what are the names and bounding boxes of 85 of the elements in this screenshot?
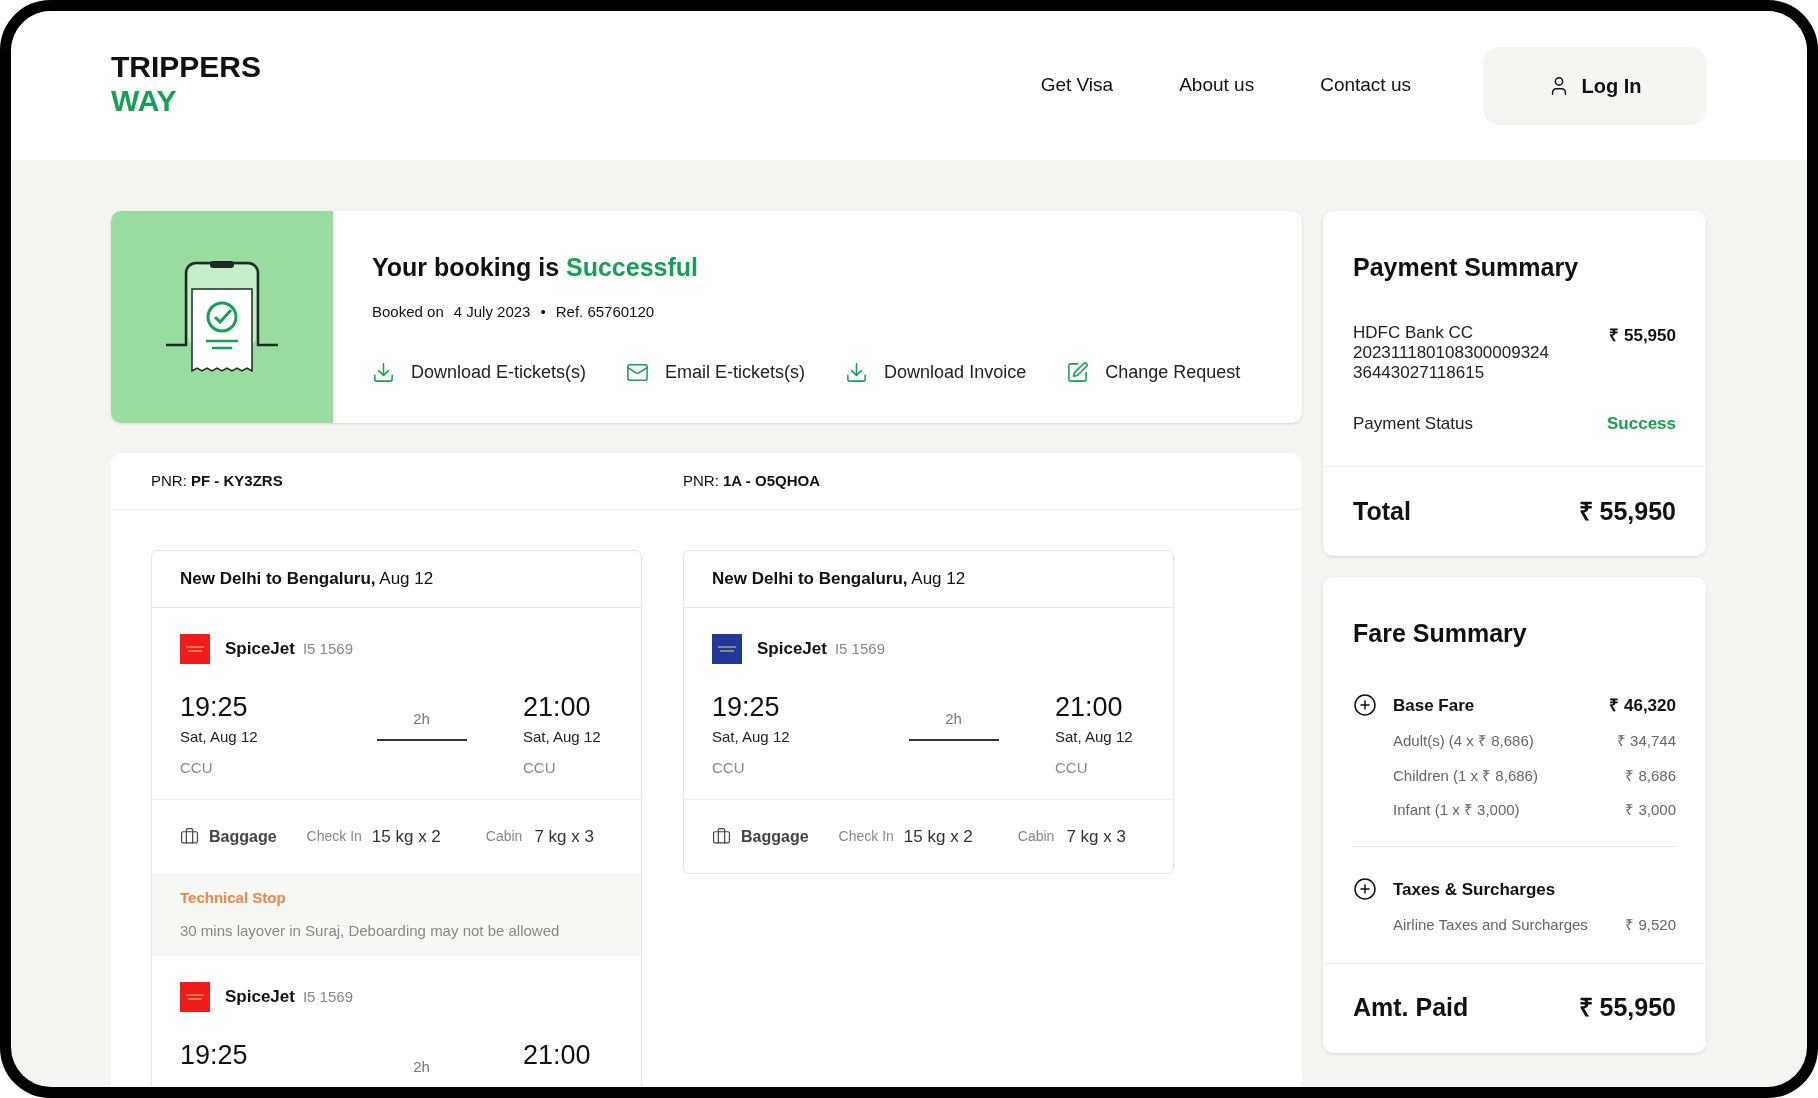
baggage-icon [180, 827, 199, 846]
flight-duration: 2h [413, 709, 430, 729]
amount-paid-value: ₹ 55,950 [1578, 992, 1676, 1024]
download-icon [845, 361, 869, 384]
fare-group-title: Taxes & Surcharges [1393, 878, 1556, 901]
airline-name: SpiceJet [225, 986, 295, 1009]
fare-group-title: Base Fare [1393, 694, 1475, 717]
cabin-allowance: 7 kg x 3 [1066, 825, 1126, 848]
flight-duration: 2h [945, 709, 962, 729]
fare-item-amount: ₹ 34,744 [1616, 731, 1676, 751]
departure-date: Sat, Aug 12 [180, 727, 259, 747]
amount-paid-label: Amt. Paid [1353, 992, 1469, 1024]
arrival-date: Sat, Aug 12 [523, 727, 602, 747]
baggage-icon [712, 827, 731, 846]
arrival-time: 21:00 [523, 691, 592, 724]
cabin-label: Cabin [1017, 827, 1055, 846]
route-heading: New Delhi to Bengaluru, Aug 12 [712, 568, 966, 591]
stop-title: Technical Stop [180, 888, 287, 908]
fare-item-label: Children (1 x ₹ 8,686) [1393, 765, 1538, 786]
fare-item-label: Airline Taxes and Surcharges [1393, 915, 1588, 935]
departure-time: 19:25 [180, 1039, 249, 1072]
login-button[interactable]: Log In [1483, 46, 1706, 125]
payment-method-line: HDFC Bank CC [1353, 322, 1474, 343]
arrival-time: 21:00 [1055, 691, 1124, 724]
fare-item-amount: ₹ 9,520 [1625, 915, 1676, 935]
action-link[interactable]: Email E-tickets(s) [626, 359, 806, 386]
nav-link[interactable]: Get Visa [1040, 71, 1114, 100]
action-link[interactable]: Change Request [1066, 359, 1241, 386]
booking-reference: Ref. 65760120 [555, 301, 655, 322]
status-label: Payment Status [1353, 412, 1473, 435]
fare-item-label: Infant (1 x ₹ 3,000) [1393, 800, 1520, 820]
stop-note: 30 mins layover in Suraj, Deboarding may not be allowed [180, 920, 561, 941]
fare-group-amount: ₹ 46,320 [1609, 694, 1676, 717]
baggage-label: Baggage [209, 826, 277, 847]
payment-amount: ₹ 55,950 [1609, 324, 1676, 347]
total-amount: ₹ 55,950 [1578, 495, 1676, 527]
pnr-label: PNR: 1A - O5QHOA [683, 470, 821, 491]
checkin-label: Check In [838, 827, 894, 846]
payment-method-line: 36443027118615 [1353, 362, 1486, 383]
mail-icon [626, 361, 650, 384]
payment-method-line: 202311180108300009324 [1353, 342, 1550, 363]
airline-name: SpiceJet [757, 638, 827, 661]
route-heading: New Delhi to Bengaluru, Aug 12 [180, 568, 434, 591]
expand-icon[interactable] [1353, 693, 1377, 718]
booked-on-label: Booked on [372, 301, 444, 322]
separator-dot: • [540, 301, 546, 322]
expand-icon[interactable] [1353, 877, 1377, 902]
edit-icon [1066, 361, 1090, 384]
flight-number: I5 1569 [834, 639, 885, 660]
pnr-label: PNR: PF - KY3ZRS [151, 470, 284, 491]
arrival-airport: CCU [523, 757, 557, 778]
card-title: Fare Summary [1353, 618, 1528, 649]
fare-item-label: Adult(s) (4 x ₹ 8,686) [1393, 731, 1534, 751]
departure-time: 19:25 [180, 691, 249, 724]
arrival-time: 21:00 [523, 1039, 592, 1072]
logo-text: TRIPPERS [111, 49, 262, 84]
departure-time: 19:25 [712, 691, 781, 724]
fare-item-amount: ₹ 3,000 [1625, 800, 1676, 820]
nav-link[interactable]: About us [1179, 71, 1255, 100]
checkin-allowance: 15 kg x 2 [371, 825, 441, 848]
fare-item-amount: ₹ 8,686 [1625, 765, 1676, 786]
checkin-allowance: 15 kg x 2 [903, 825, 973, 848]
booking-title: Your booking is Successful [372, 252, 699, 283]
flight-duration: 2h [413, 1057, 430, 1077]
cabin-allowance: 7 kg x 3 [534, 825, 594, 848]
departure-airport: CCU [712, 757, 746, 778]
total-label: Total [1353, 495, 1411, 527]
card-title: Payment Summary [1353, 252, 1580, 283]
airline-name: SpiceJet [225, 638, 295, 661]
flight-number: I5 1569 [302, 639, 353, 660]
baggage-label: Baggage [741, 826, 809, 847]
checkin-label: Check In [306, 827, 362, 846]
action-link[interactable]: Download Invoice [845, 359, 1027, 386]
status-value: Success [1607, 412, 1676, 435]
logo-text: WAY [111, 83, 178, 118]
departure-date: Sat, Aug 12 [712, 727, 791, 747]
action-link[interactable]: Download E-tickets(s) [372, 359, 587, 386]
cabin-label: Cabin [485, 827, 523, 846]
arrival-date: Sat, Aug 12 [1055, 727, 1134, 747]
download-icon [372, 361, 395, 384]
booking-date: 4 July 2023 [453, 301, 531, 322]
arrival-airport: CCU [1055, 757, 1089, 778]
departure-airport: CCU [180, 757, 214, 778]
nav-link[interactable]: Contact us [1320, 71, 1411, 100]
flight-number: I5 1569 [302, 987, 353, 1008]
